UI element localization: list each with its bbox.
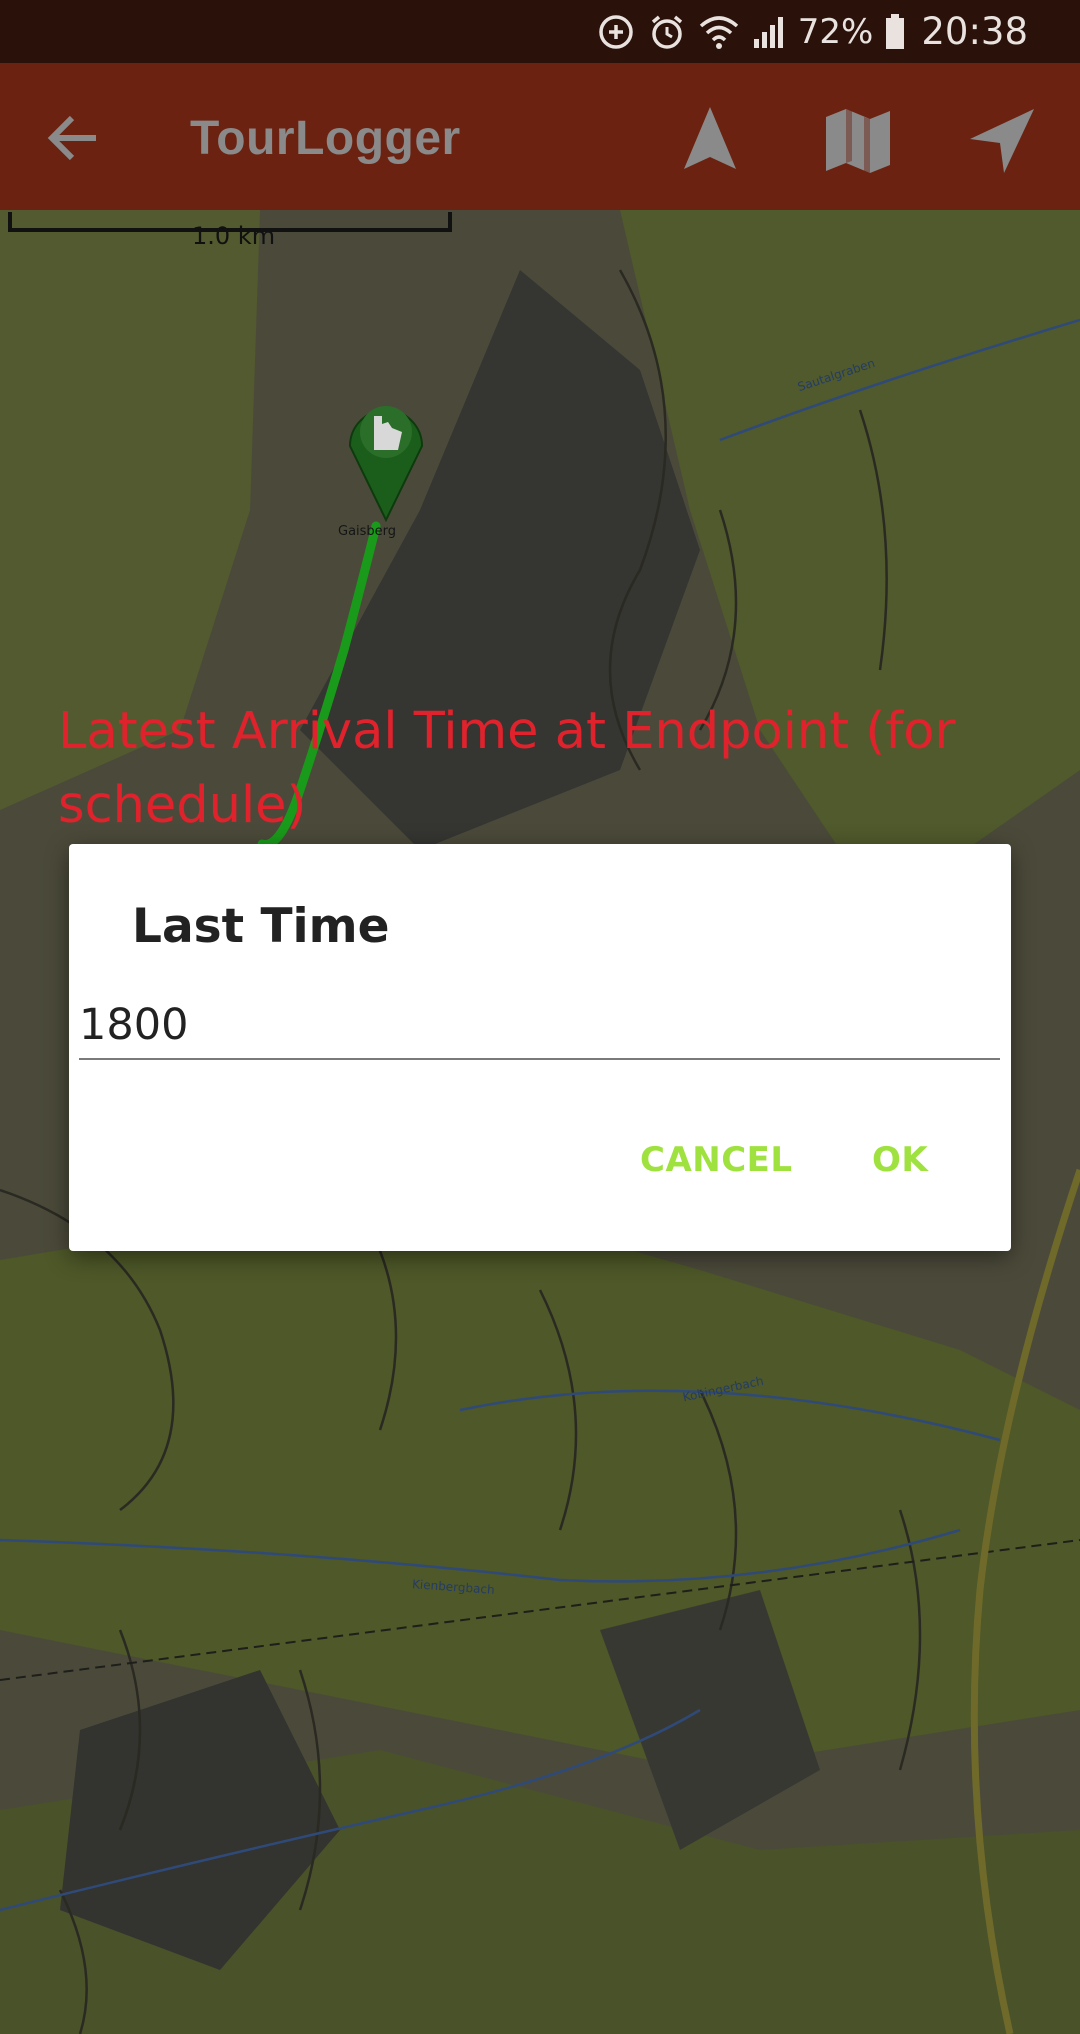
hint-text: Latest Arrival Time at Endpoint (for sch…	[58, 702, 956, 835]
wifi-icon	[698, 14, 740, 50]
signal-icon	[752, 15, 786, 49]
ok-button[interactable]: OK	[872, 1140, 928, 1180]
send-location-icon[interactable]	[962, 101, 1042, 181]
map-icon[interactable]	[818, 101, 898, 181]
last-time-input[interactable]	[79, 992, 1000, 1060]
sync-plus-icon	[596, 12, 636, 52]
status-bar: 72% 20:38	[0, 0, 1080, 63]
app-bar: TourLogger	[0, 63, 1080, 210]
app-title: TourLogger	[190, 112, 461, 165]
last-time-dialog: Last Time CANCEL OK	[69, 844, 1011, 1251]
clock: 20:38	[921, 10, 1028, 53]
dialog-title: Last Time	[132, 899, 390, 954]
battery-percent: 72%	[797, 11, 874, 52]
battery-icon	[885, 13, 905, 50]
arrow-back-icon[interactable]	[40, 103, 110, 173]
map-label-gaisberg: Gaisberg	[338, 524, 397, 539]
alarm-icon	[648, 13, 686, 51]
map-scale-label: 1.0 km	[192, 222, 276, 250]
cancel-button[interactable]: CANCEL	[640, 1140, 793, 1180]
navigation-arrow-icon[interactable]	[670, 101, 750, 181]
